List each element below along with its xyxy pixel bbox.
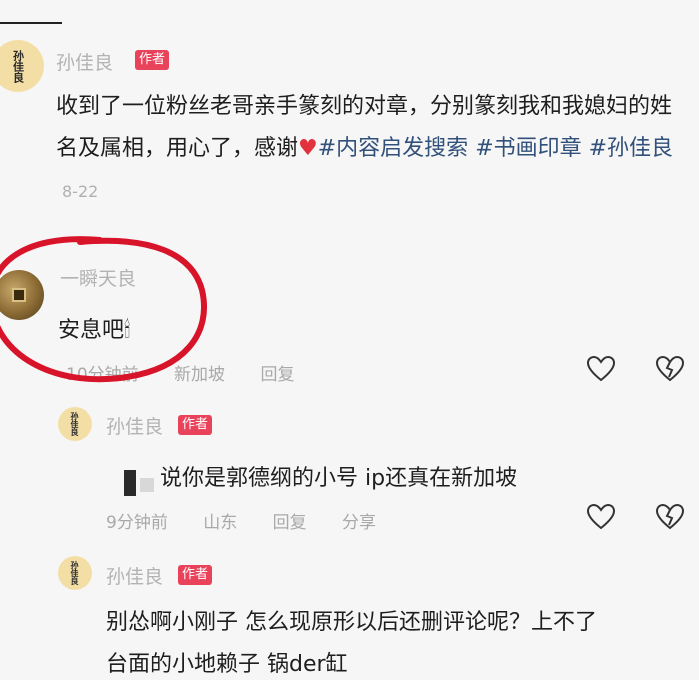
faded-mark <box>140 478 154 492</box>
author-avatar[interactable]: 孙佳良 <box>0 40 44 92</box>
reply-share-button[interactable]: 分享 <box>342 513 376 533</box>
top-divider <box>0 22 62 24</box>
reply-author-avatar[interactable]: 孙佳良 <box>58 556 92 590</box>
author-badge: 作者 <box>135 50 170 70</box>
heart-emoji: ♥ <box>298 136 318 161</box>
heart-outline-icon[interactable] <box>586 355 616 383</box>
broken-heart-icon[interactable] <box>655 503 685 531</box>
post-text: 收到了一位粉丝老哥亲手篆刻的对章，分别篆刻我和我媳妇的姓名及属相，用心了，感谢♥… <box>56 94 674 201</box>
comment-reply-button[interactable]: 回复 <box>260 365 294 385</box>
reply-reply-button[interactable]: 回复 <box>273 513 307 533</box>
broken-heart-icon[interactable] <box>655 355 685 383</box>
post-time: 8-22 <box>62 182 99 201</box>
hashtag-2[interactable]: #书画印章 <box>475 136 581 161</box>
heart-outline-icon[interactable] <box>586 503 616 531</box>
reply-author-avatar[interactable]: 孙佳良 <box>58 407 92 441</box>
reply-author-name[interactable]: 孙佳良 <box>106 562 163 589</box>
reply-text: 说你是郭德纲的小号 ip还真在新加坡 <box>160 466 518 491</box>
redaction-mark <box>124 470 136 496</box>
reply-text-line2: 台面的小地赖子 锅der缸 <box>106 652 348 677</box>
reply-meta: 9分钟前 山东 回复 分享 <box>106 508 406 533</box>
reply-text-line1: 别怂啊小刚子 怎么现原形以后还删评论呢？上不了 <box>106 610 597 635</box>
author-badge: 作者 <box>178 415 213 435</box>
reply-author-name[interactable]: 孙佳良 <box>106 412 163 439</box>
highlight-ring <box>0 236 207 383</box>
author-badge: 作者 <box>178 565 213 585</box>
post-author-name[interactable]: 孙佳良 <box>56 48 113 75</box>
hashtag-1[interactable]: #内容启发搜索 <box>318 136 468 161</box>
reply-time: 9分钟前 <box>106 513 168 533</box>
reply-location: 山东 <box>203 513 238 533</box>
hashtag-3[interactable]: #孙佳良 <box>589 136 673 161</box>
